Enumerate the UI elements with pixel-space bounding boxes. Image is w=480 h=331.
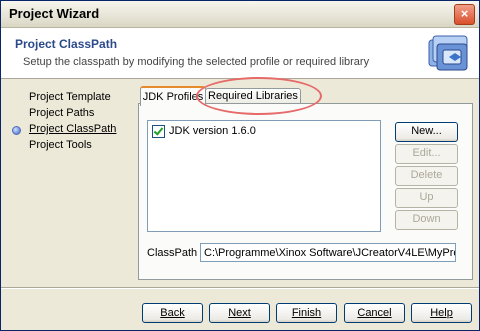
help-button-label: Help [430,307,453,319]
nav-item-project-template[interactable]: Project Template [9,91,129,107]
window-title: Project Wizard [9,6,100,21]
classpath-field[interactable]: C:\Programme\Xinox Software\JCreatorV4LE… [200,243,456,262]
tab-required-libraries[interactable]: Required Libraries [205,88,301,104]
edit-button-label: Edit... [412,147,441,159]
delete-button[interactable]: Delete [395,166,458,186]
jdk-profile-list[interactable]: JDK version 1.6.0 [147,120,381,232]
cancel-button-label: Cancel [357,307,392,319]
new-button[interactable]: New... [395,122,458,142]
list-item[interactable]: JDK version 1.6.0 [152,124,256,138]
down-button[interactable]: Down [395,210,458,230]
project-wizard-window: Project Wizard × Project ClassPath Setup… [0,0,480,331]
tab-label: JDK Profiles [142,91,204,103]
tab-jdk-profiles[interactable]: JDK Profiles [140,86,206,106]
next-button-label: Next [228,307,251,319]
wizard-folder-icon [428,35,468,71]
close-icon: × [460,6,469,21]
tab-label: Required Libraries [208,90,298,102]
new-button-label: New... [411,125,442,137]
down-button-label: Down [412,213,441,225]
profile-label: JDK version 1.6.0 [169,125,256,137]
wizard-header: Project ClassPath Setup the classpath by… [1,28,479,79]
delete-button-label: Delete [410,169,443,181]
nav-item-project-tools[interactable]: Project Tools [9,139,129,155]
nav-item-label: Project Template [29,91,111,103]
edit-button[interactable]: Edit... [395,144,458,164]
nav-item-project-paths[interactable]: Project Paths [9,107,129,123]
finish-button[interactable]: Finish [276,303,337,323]
nav-item-label: Project Paths [29,107,95,119]
close-button[interactable]: × [454,4,475,25]
wizard-steps-nav: Project Template Project Paths Project C… [9,91,129,155]
button-divider [1,287,479,289]
up-button-label: Up [419,191,434,203]
current-step-icon [12,126,21,135]
classpath-label: ClassPath : [147,247,204,259]
back-button[interactable]: Back [142,303,203,323]
back-button-label: Back [160,307,185,319]
next-button[interactable]: Next [209,303,270,323]
nav-item-label: Project ClassPath [29,123,117,135]
title-bar[interactable]: Project Wizard × [1,1,479,28]
cancel-button[interactable]: Cancel [344,303,405,323]
profile-checkbox[interactable] [152,124,165,138]
up-button[interactable]: Up [395,188,458,208]
nav-item-label: Project Tools [29,139,92,151]
nav-item-project-classpath[interactable]: Project ClassPath [9,123,129,139]
page-title: Project ClassPath [15,37,118,51]
help-button[interactable]: Help [411,303,472,323]
page-subtitle: Setup the classpath by modifying the sel… [23,56,370,68]
finish-button-label: Finish [291,307,322,319]
